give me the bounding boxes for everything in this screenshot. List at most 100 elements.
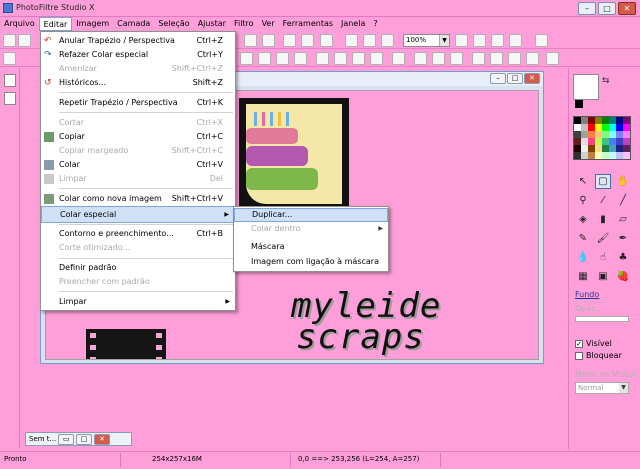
grid-a-icon[interactable] — [240, 52, 253, 65]
menu-item-clear-submenu[interactable]: Limpar ▶ — [41, 294, 235, 311]
selection-icon[interactable]: ▢ — [595, 174, 611, 189]
menu-item-paste-special[interactable]: Colar especial ▶ — [41, 206, 235, 223]
magic-wand-icon[interactable]: ⁄ — [595, 193, 611, 208]
opacity-slider[interactable] — [575, 316, 629, 322]
blur-icon[interactable] — [334, 52, 347, 65]
smudge-icon[interactable]: ☝ — [595, 250, 611, 265]
mirror-icon[interactable] — [472, 52, 485, 65]
canvas-text-line2: scraps — [296, 317, 425, 357]
grid-d-icon[interactable] — [294, 52, 307, 65]
menu-imagem[interactable]: Imagem — [72, 17, 113, 31]
image-close-button[interactable]: ✕ — [524, 73, 540, 84]
menu-janela[interactable]: Janela — [337, 17, 369, 31]
submenu-item-image-linked-mask[interactable]: Imagem com ligação à máscara — [234, 256, 388, 270]
menu-item-history[interactable]: ↺ Históricos... Shift+Z — [41, 75, 235, 92]
submenu-item-duplicate[interactable]: Duplicar... — [234, 208, 388, 222]
pointer-icon[interactable]: ↖ — [575, 174, 591, 189]
hue-icon[interactable] — [450, 52, 463, 65]
menu-bar: Arquivo Editar Imagem Camada Seleção Aju… — [0, 17, 640, 31]
text-tool-icon[interactable] — [244, 34, 257, 47]
minimize-button[interactable]: – — [578, 2, 596, 15]
maximize-icon[interactable]: □ — [76, 433, 93, 445]
maximize-button[interactable]: □ — [598, 2, 616, 15]
background-link[interactable]: Fundo — [575, 290, 599, 299]
brush-icon[interactable] — [262, 34, 275, 47]
grid-c-icon[interactable] — [276, 52, 289, 65]
blur-tool-icon[interactable]: 💧 — [575, 250, 591, 265]
paste-special-submenu: Duplicar... Colar dentro ▶ Máscara Image… — [233, 206, 389, 272]
clone-icon[interactable]: ♣ — [615, 250, 631, 265]
window-title: PhotoFiltre Studio X — [16, 3, 95, 12]
pattern-icon[interactable]: ▦ — [575, 269, 591, 284]
folder-icon[interactable] — [4, 92, 16, 105]
adjust-icon[interactable] — [3, 52, 16, 65]
spray-icon[interactable]: ▮ — [595, 212, 611, 227]
drop-icon[interactable] — [352, 52, 365, 65]
left-sidebar — [0, 68, 20, 448]
fill-icon[interactable]: ◈ — [575, 212, 591, 227]
menu-help[interactable]: ? — [369, 17, 381, 31]
open-file-icon[interactable] — [18, 34, 31, 47]
submenu-item-mask[interactable]: Máscara — [234, 241, 388, 255]
restore-icon[interactable]: ▭ — [58, 433, 75, 445]
fullscreen-icon[interactable] — [509, 34, 522, 47]
rgb-icon[interactable] — [414, 52, 427, 65]
document-task-label: Sem t... — [29, 435, 57, 443]
filter-icon[interactable] — [535, 34, 548, 47]
zoom-select[interactable]: 100% ▼ — [403, 34, 450, 47]
menu-ajustar[interactable]: Ajustar — [194, 17, 230, 31]
pencil-icon[interactable]: ✎ — [575, 231, 591, 246]
eyedropper-icon[interactable]: ⚲ — [575, 193, 591, 208]
menu-ferramentas[interactable]: Ferramentas — [279, 17, 337, 31]
portrait-icon[interactable]: ▣ — [595, 269, 611, 284]
saturation-icon[interactable] — [432, 52, 445, 65]
menu-selecao[interactable]: Seleção — [154, 17, 193, 31]
menu-camada[interactable]: Camada — [113, 17, 154, 31]
menu-ver[interactable]: Ver — [258, 17, 279, 31]
line-icon[interactable]: ╱ — [615, 193, 631, 208]
grid-b-icon[interactable] — [258, 52, 271, 65]
document-task-button[interactable]: Sem t... ▭ □ ✕ — [25, 432, 132, 446]
strawberry-icon[interactable]: 🍓 — [615, 269, 631, 284]
menu-editar[interactable]: Editar — [38, 17, 73, 31]
visible-checkbox[interactable]: ✓ — [575, 340, 583, 348]
advanced-brush-icon[interactable]: ✒ — [615, 231, 631, 246]
menu-arquivo[interactable]: Arquivo — [0, 17, 39, 31]
new-file-icon[interactable] — [3, 34, 16, 47]
close-button[interactable]: ✕ — [618, 2, 636, 15]
blend-mode-select[interactable]: Normal ▼ — [575, 382, 629, 394]
menu-filtro[interactable]: Filtro — [230, 17, 258, 31]
close-icon[interactable]: ✕ — [94, 433, 111, 445]
zoom-in-icon[interactable] — [455, 34, 468, 47]
image-maximize-button[interactable]: □ — [507, 73, 523, 84]
menu-item-repeat[interactable]: Repetir Trapézio / Perspectiva Ctrl+K — [41, 95, 235, 112]
hand-icon[interactable]: ✋ — [615, 174, 631, 189]
font-icon[interactable] — [283, 34, 296, 47]
water-icon[interactable] — [370, 52, 383, 65]
color-palette[interactable] — [573, 116, 631, 160]
sharpen-icon[interactable] — [316, 52, 329, 65]
brush-tool-icon[interactable]: 🖌 — [595, 231, 611, 246]
eraser-icon[interactable]: ▱ — [615, 212, 631, 227]
background-color[interactable] — [575, 100, 583, 108]
swap-colors-icon[interactable]: ⇆ — [602, 76, 610, 86]
stamp-icon[interactable] — [363, 34, 376, 47]
crop-icon[interactable] — [546, 52, 559, 65]
cake-card-image — [239, 98, 349, 210]
foreground-color[interactable] — [573, 74, 599, 100]
rotate-right-icon[interactable] — [526, 52, 539, 65]
fit-screen-icon[interactable] — [491, 34, 504, 47]
image-minimize-button[interactable]: – — [490, 73, 506, 84]
flip-icon[interactable] — [490, 52, 503, 65]
dropper-icon[interactable] — [345, 34, 358, 47]
rotate-left-icon[interactable] — [508, 52, 521, 65]
lock-checkbox[interactable] — [575, 352, 583, 360]
page-icon[interactable] — [4, 74, 16, 87]
text-t-icon[interactable] — [320, 34, 333, 47]
contrast-icon[interactable] — [392, 52, 405, 65]
status-text: Pronto — [4, 455, 27, 463]
zoom-out-icon[interactable] — [473, 34, 486, 47]
frame-icon[interactable] — [381, 34, 394, 47]
font-bold-icon[interactable] — [301, 34, 314, 47]
visible-label: Visível — [586, 339, 612, 348]
